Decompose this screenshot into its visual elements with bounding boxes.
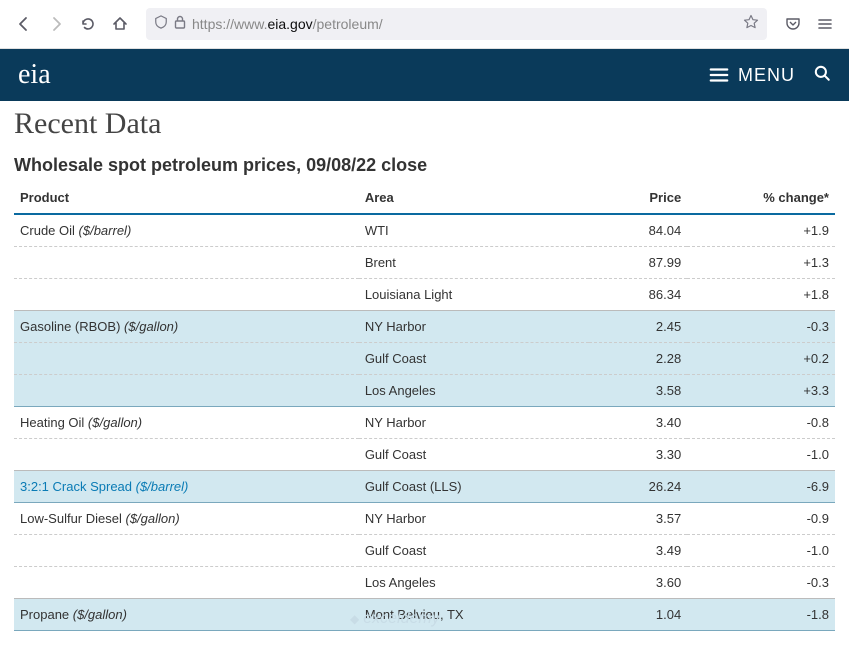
cell-price: 87.99 xyxy=(589,247,688,279)
url-text: https://www.eia.gov/petroleum/ xyxy=(192,16,383,32)
cell-change: -1.0 xyxy=(687,535,835,567)
page-title: Recent Data xyxy=(14,107,835,141)
col-change: % change* xyxy=(687,182,835,214)
col-price: Price xyxy=(589,182,688,214)
page-content: Recent Data Wholesale spot petroleum pri… xyxy=(0,101,849,631)
pocket-icon[interactable] xyxy=(779,10,807,38)
cell-change: +1.3 xyxy=(687,247,835,279)
section-title: Wholesale spot petroleum prices, 09/08/2… xyxy=(14,155,835,176)
back-button[interactable] xyxy=(10,10,38,38)
browser-toolbar: https://www.eia.gov/petroleum/ xyxy=(0,0,849,49)
cell-product: Propane ($/gallon) xyxy=(14,599,359,631)
cell-product: Crude Oil ($/barrel) xyxy=(14,214,359,247)
cell-change: -0.9 xyxy=(687,503,835,535)
site-header: eia MENU xyxy=(0,49,849,101)
table-row: Propane ($/gallon)Mont Belvieu, TX1.04-1… xyxy=(14,599,835,631)
table-row: Louisiana Light86.34+1.8 xyxy=(14,279,835,311)
cell-product xyxy=(14,247,359,279)
cell-price: 1.04 xyxy=(589,599,688,631)
cell-price: 3.60 xyxy=(589,567,688,599)
cell-price: 84.04 xyxy=(589,214,688,247)
table-row: Los Angeles3.60-0.3 xyxy=(14,567,835,599)
table-row: Heating Oil ($/gallon)NY Harbor3.40-0.8 xyxy=(14,407,835,439)
shield-icon xyxy=(154,15,168,34)
cell-change: -1.0 xyxy=(687,439,835,471)
bookmark-star-icon[interactable] xyxy=(743,14,759,35)
cell-change: +0.2 xyxy=(687,343,835,375)
cell-product xyxy=(14,279,359,311)
cell-change: -6.9 xyxy=(687,471,835,503)
table-row: Gulf Coast3.30-1.0 xyxy=(14,439,835,471)
lock-icon xyxy=(174,15,186,34)
col-product: Product xyxy=(14,182,359,214)
cell-price: 3.49 xyxy=(589,535,688,567)
cell-change: +1.9 xyxy=(687,214,835,247)
table-row: Gasoline (RBOB) ($/gallon)NY Harbor2.45-… xyxy=(14,311,835,343)
cell-product xyxy=(14,375,359,407)
cell-area: Los Angeles xyxy=(359,375,589,407)
reload-button[interactable] xyxy=(74,10,102,38)
cell-price: 3.40 xyxy=(589,407,688,439)
cell-price: 3.57 xyxy=(589,503,688,535)
url-bar[interactable]: https://www.eia.gov/petroleum/ xyxy=(146,8,767,40)
table-row: Gulf Coast3.49-1.0 xyxy=(14,535,835,567)
forward-button[interactable] xyxy=(42,10,70,38)
cell-price: 86.34 xyxy=(589,279,688,311)
cell-product: Gasoline (RBOB) ($/gallon) xyxy=(14,311,359,343)
table-row: Low-Sulfur Diesel ($/gallon)NY Harbor3.5… xyxy=(14,503,835,535)
menu-button[interactable]: MENU xyxy=(708,64,795,86)
cell-product xyxy=(14,535,359,567)
cell-area: Gulf Coast xyxy=(359,535,589,567)
prices-table: Product Area Price % change* Crude Oil (… xyxy=(14,182,835,631)
table-row: Los Angeles3.58+3.3 xyxy=(14,375,835,407)
cell-price: 2.45 xyxy=(589,311,688,343)
site-logo[interactable]: eia xyxy=(18,59,51,91)
cell-product xyxy=(14,567,359,599)
cell-change: -0.8 xyxy=(687,407,835,439)
cell-change: -0.3 xyxy=(687,311,835,343)
cell-area: Gulf Coast xyxy=(359,343,589,375)
table-row: Crude Oil ($/barrel)WTI84.04+1.9 xyxy=(14,214,835,247)
cell-change: -0.3 xyxy=(687,567,835,599)
table-row: 3:2:1 Crack Spread ($/barrel)Gulf Coast … xyxy=(14,471,835,503)
cell-area: Gulf Coast (LLS) xyxy=(359,471,589,503)
cell-product: Heating Oil ($/gallon) xyxy=(14,407,359,439)
cell-price: 2.28 xyxy=(589,343,688,375)
cell-area: Louisiana Light xyxy=(359,279,589,311)
table-row: Gulf Coast2.28+0.2 xyxy=(14,343,835,375)
table-row: Brent87.99+1.3 xyxy=(14,247,835,279)
cell-area: Los Angeles xyxy=(359,567,589,599)
cell-area: Gulf Coast xyxy=(359,439,589,471)
home-button[interactable] xyxy=(106,10,134,38)
app-menu-icon[interactable] xyxy=(811,10,839,38)
cell-change: +3.3 xyxy=(687,375,835,407)
cell-area: Brent xyxy=(359,247,589,279)
cell-product xyxy=(14,343,359,375)
cell-area: NY Harbor xyxy=(359,407,589,439)
search-button[interactable] xyxy=(813,64,831,87)
cell-price: 26.24 xyxy=(589,471,688,503)
cell-price: 3.58 xyxy=(589,375,688,407)
cell-price: 3.30 xyxy=(589,439,688,471)
cell-area: WTI xyxy=(359,214,589,247)
cell-area: Mont Belvieu, TX xyxy=(359,599,589,631)
menu-label: MENU xyxy=(738,65,795,86)
col-area: Area xyxy=(359,182,589,214)
cell-area: NY Harbor xyxy=(359,311,589,343)
cell-change: +1.8 xyxy=(687,279,835,311)
cell-change: -1.8 xyxy=(687,599,835,631)
cell-product: Low-Sulfur Diesel ($/gallon) xyxy=(14,503,359,535)
cell-product xyxy=(14,439,359,471)
cell-product[interactable]: 3:2:1 Crack Spread ($/barrel) xyxy=(14,471,359,503)
cell-area: NY Harbor xyxy=(359,503,589,535)
